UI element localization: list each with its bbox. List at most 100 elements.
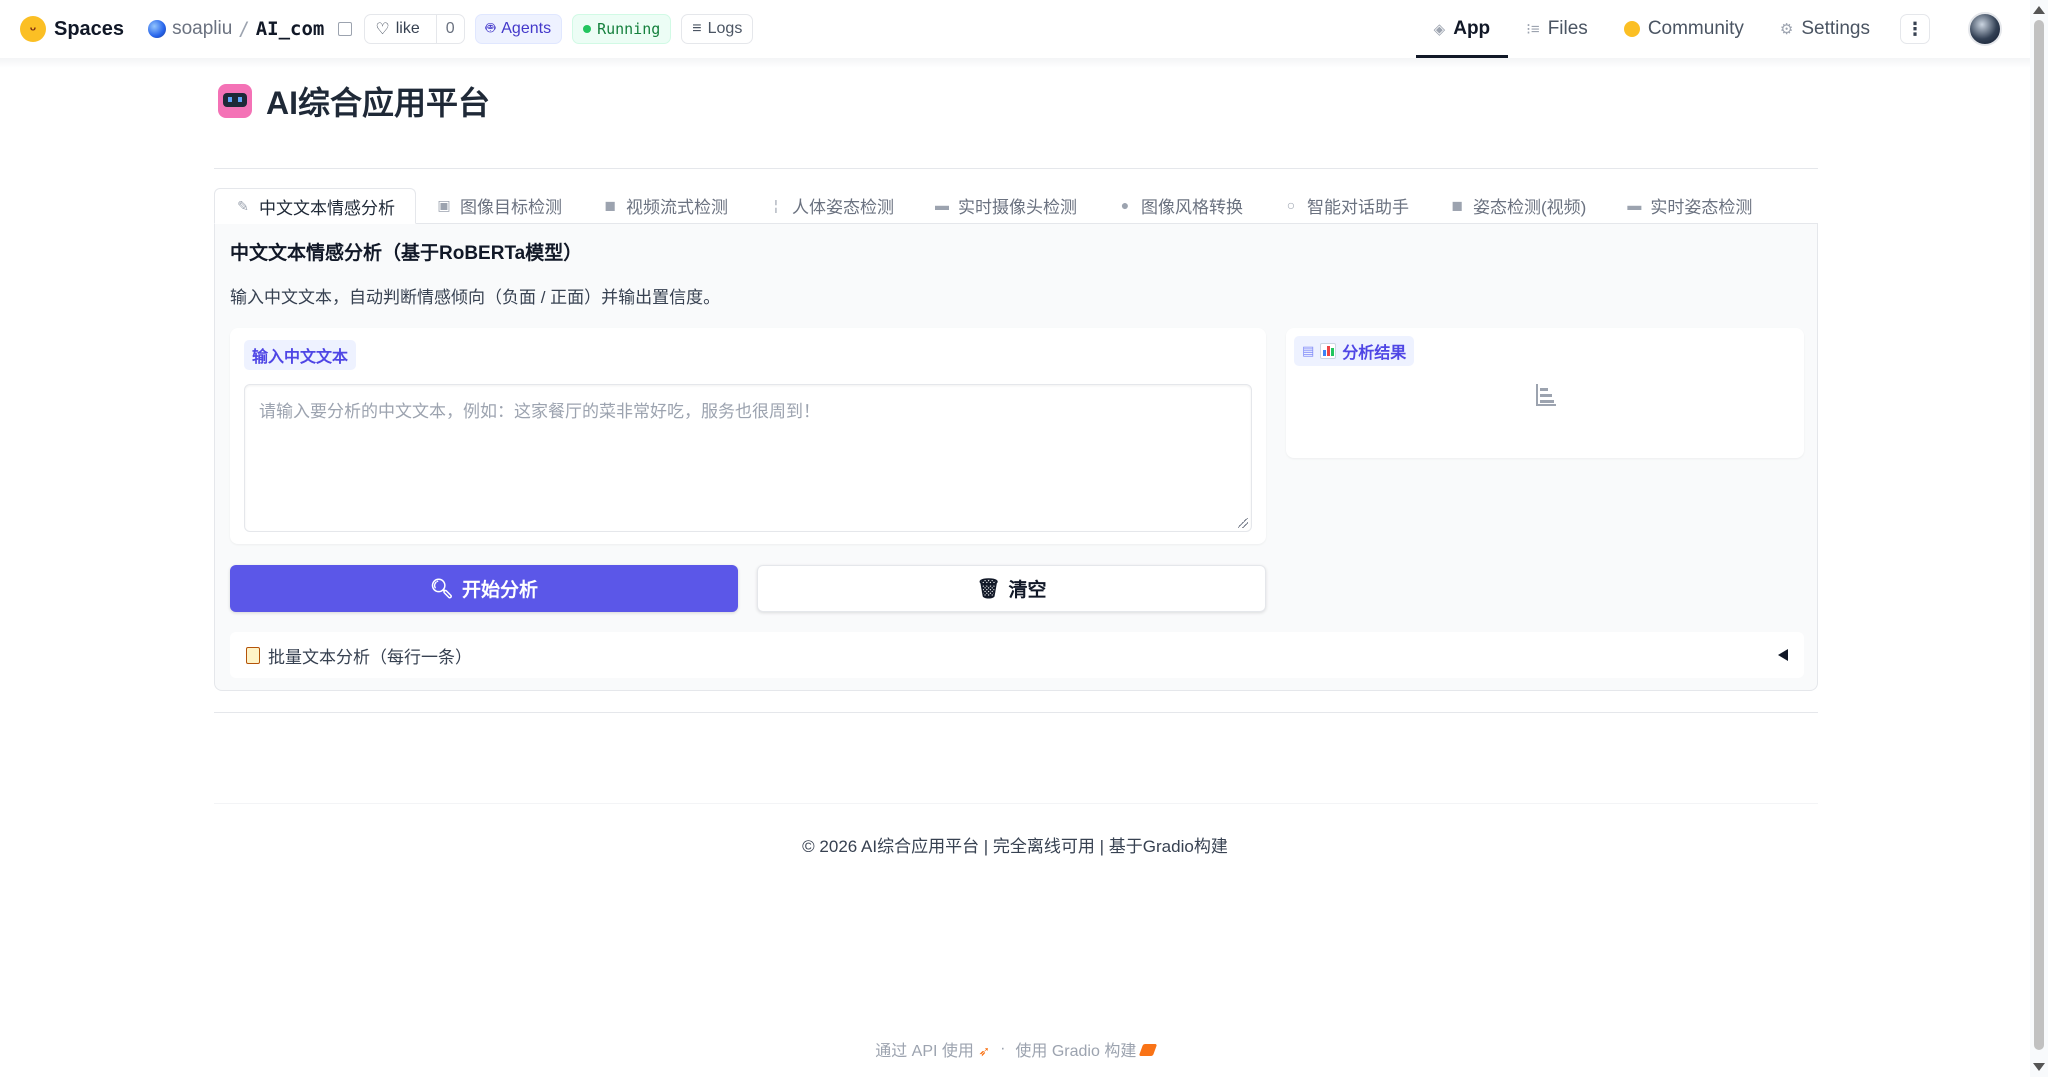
user-avatar[interactable] [1968, 12, 2002, 46]
kebab-icon: ⋮ [1906, 18, 1924, 39]
gradio-link[interactable]: 使用 Gradio 构建 [1015, 1037, 1157, 1061]
batch-analysis-accordion[interactable]: 批量文本分析（每行一条） [230, 632, 1804, 678]
spaces-logo[interactable]: ᵕ Spaces [20, 16, 124, 42]
tab-pose-detection[interactable]: ¦ 人体姿态检测 [748, 187, 914, 223]
page-title: AI综合应用平台 [266, 85, 491, 121]
camera-icon: ▬ [1627, 197, 1642, 213]
page-scrollbar[interactable] [2030, 0, 2048, 1077]
output-label-text: 分析结果 [1342, 345, 1407, 362]
memo-icon: ✎ [237, 197, 249, 214]
feature-tabs: ✎ 中文文本情感分析 ▣ 图像目标检测 ◼ 视频流式检测 ¦ 人体姿态检测 ▬ … [214, 188, 1818, 224]
video-camera-icon: ◼ [1451, 196, 1463, 213]
repo-owner[interactable]: soapliu [172, 18, 232, 40]
nav-files[interactable]: ⁝≡ Files [1508, 0, 1606, 58]
tab-style-transfer[interactable]: ● 图像风格转换 [1097, 187, 1263, 223]
tab-sentiment[interactable]: ✎ 中文文本情感分析 [214, 188, 416, 224]
picture-icon: ▣ [437, 196, 451, 213]
footer-separator: · [1000, 1040, 1006, 1057]
nav-settings[interactable]: ⚙ Settings [1762, 0, 1888, 58]
footer-divider [214, 803, 1818, 804]
clipboard-icon [246, 646, 260, 664]
tab-label: 人体姿态检测 [792, 197, 894, 217]
person-icon: ¦ [774, 197, 778, 213]
robot-icon [218, 84, 252, 118]
section-heading: 中文文本情感分析（基于RoBERTa模型） [230, 243, 583, 264]
gradio-footer: 通过 API 使用 ➶ · 使用 Gradio 构建 [0, 1037, 2030, 1061]
copy-icon[interactable] [338, 22, 353, 36]
globe-icon [148, 20, 167, 38]
hf-header: ᵕ Spaces soapliu / AI_com ♡ like 0 🤖︎ Age… [0, 0, 2030, 58]
gradio-link-label: 使用 Gradio 构建 [1015, 1043, 1137, 1060]
tab-chat-assistant[interactable]: ○ 智能对话助手 [1263, 187, 1429, 223]
scroll-down-icon[interactable] [2033, 1063, 2045, 1071]
video-camera-icon: ◼ [604, 196, 616, 213]
robot-icon: 🤖︎ [485, 20, 496, 37]
camera-icon: ▬ [935, 197, 949, 213]
tab-label: 姿态检测(视频) [1473, 197, 1587, 217]
gear-icon: ⚙ [1779, 21, 1794, 38]
logs-icon: ≡ [692, 20, 702, 37]
heart-icon: ♡ [375, 21, 390, 38]
tab-pose-video[interactable]: ◼ 姿态检测(视频) [1429, 187, 1606, 223]
clear-button[interactable]: 🗑︎ 清空 [757, 565, 1266, 612]
scroll-thumb[interactable] [2034, 20, 2044, 1050]
repo-slash: / [238, 18, 250, 40]
community-icon [1623, 21, 1640, 37]
nav-community-label: Community [1647, 18, 1744, 39]
nav-settings-label: Settings [1801, 18, 1870, 39]
hf-logo-icon: ᵕ [20, 16, 46, 42]
nav-community[interactable]: Community [1606, 0, 1762, 58]
repo-name[interactable]: AI_com [256, 18, 325, 40]
like-label: like [395, 20, 420, 37]
tab-label: 实时姿态检测 [1650, 197, 1753, 217]
status-dot-icon [583, 25, 592, 33]
speech-bubble-icon: ○ [1286, 197, 1296, 213]
text-input-block: 输入中文文本 请输入要分析的中文文本，例如：这家餐厅的菜非常好吃，服务也很周到！ [230, 328, 1266, 544]
section-description: 输入中文文本，自动判断情感倾向（负面 / 正面）并输出置信度。 [230, 288, 721, 307]
like-button[interactable]: ♡ like 0 [364, 14, 465, 44]
result-output-block: ▤ 分析结果 [1286, 328, 1804, 458]
empty-chart-icon [1536, 384, 1556, 406]
tab-webcam-detection[interactable]: ▬ 实时摄像头检测 [914, 187, 1097, 223]
title-divider [214, 168, 1818, 169]
nav-app-label: App [1453, 18, 1491, 39]
app-title: AI综合应用平台 [218, 78, 490, 124]
files-icon: ⁝≡ [1526, 21, 1540, 38]
trash-icon: 🗑︎ [976, 578, 1001, 600]
tab-object-detection[interactable]: ▣ 图像目标检测 [416, 187, 582, 223]
analyze-button[interactable]: 🔍︎ 开始分析 [230, 565, 738, 612]
collapse-caret-icon[interactable] [1778, 649, 1788, 661]
logs-button[interactable]: ≡ Logs [681, 14, 754, 44]
more-options-button[interactable]: ⋮ [1900, 14, 1930, 44]
text-input-area[interactable]: 请输入要分析的中文文本，例如：这家餐厅的菜非常好吃，服务也很周到！ [244, 384, 1252, 532]
agents-label: Agents [501, 20, 552, 37]
input-label: 输入中文文本 [244, 340, 357, 370]
batch-accordion-label: 批量文本分析（每行一条） [268, 647, 472, 667]
scroll-up-icon[interactable] [2033, 6, 2045, 14]
analyze-button-label: 开始分析 [462, 580, 539, 601]
space-nav: ◈ App ⁝≡ Files Community ⚙ Settings ⋮ [1415, 0, 2002, 58]
gradio-logo-icon [1138, 1044, 1157, 1056]
tab-label: 视频流式检测 [626, 197, 728, 217]
resize-handle-icon[interactable] [1238, 518, 1248, 528]
tab-realtime-pose[interactable]: ▬ 实时姿态检测 [1606, 187, 1772, 223]
panel-divider [214, 712, 1818, 713]
palette-icon: ● [1120, 197, 1130, 213]
repo-path: soapliu / AI_com [148, 18, 353, 40]
input-label-text: 输入中文文本 [252, 349, 349, 366]
rocket-icon: ➶ [978, 1043, 991, 1059]
clear-button-label: 清空 [1008, 580, 1047, 601]
nav-app[interactable]: ◈ App [1415, 0, 1509, 58]
status-label: Running [597, 20, 661, 38]
header-shadow [0, 58, 2030, 68]
tab-label: 实时摄像头检测 [958, 197, 1077, 217]
api-link[interactable]: 通过 API 使用 ➶ [875, 1037, 990, 1061]
api-link-label: 通过 API 使用 [875, 1043, 974, 1060]
magnifier-icon: 🔍︎ [429, 578, 455, 600]
status-badge[interactable]: Running [572, 14, 672, 44]
text-input-placeholder: 请输入要分析的中文文本，例如：这家餐厅的菜非常好吃，服务也很周到！ [259, 402, 820, 421]
agents-button[interactable]: 🤖︎ Agents [474, 14, 563, 44]
tab-video-stream[interactable]: ◼ 视频流式检测 [582, 187, 748, 223]
logs-label: Logs [707, 20, 743, 37]
tab-label: 图像目标检测 [460, 197, 562, 217]
